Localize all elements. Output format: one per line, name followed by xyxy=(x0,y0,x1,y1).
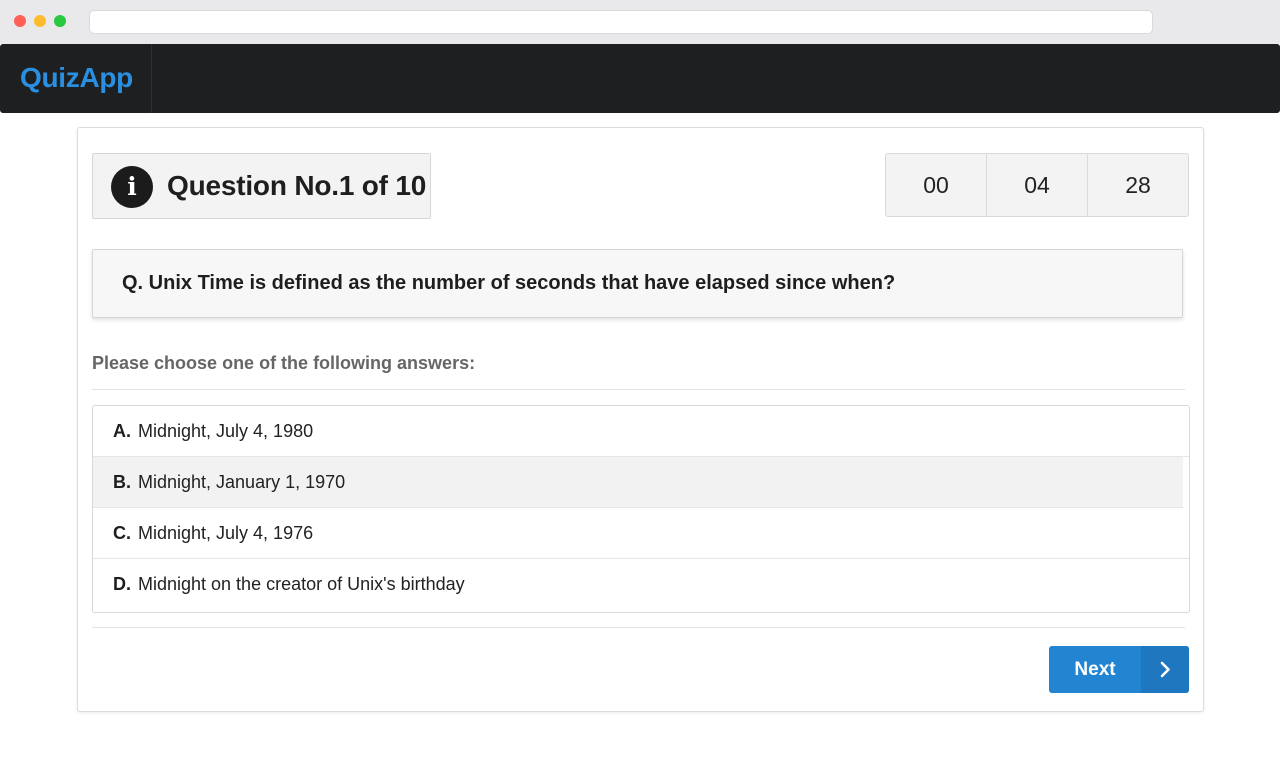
answer-text: Midnight, July 4, 1976 xyxy=(138,523,314,543)
answer-option-a[interactable]: A. Midnight, July 4, 1980 xyxy=(93,406,1189,457)
question-text: Q. Unix Time is defined as the number of… xyxy=(122,272,896,294)
timer-minutes: 04 xyxy=(987,154,1088,216)
answer-option-d[interactable]: D. Midnight on the creator of Unix's bir… xyxy=(93,559,1189,611)
countdown-timer: 00 04 28 xyxy=(885,153,1189,217)
question-box: Q. Unix Time is defined as the number of… xyxy=(92,249,1183,318)
question-header: i Question No.1 of 10 xyxy=(92,153,431,219)
answer-text: Midnight, July 4, 1980 xyxy=(138,421,314,441)
browser-chrome xyxy=(0,0,1280,44)
timer-seconds: 28 xyxy=(1125,172,1151,198)
divider xyxy=(92,627,1185,628)
answer-letter: D. xyxy=(113,574,131,594)
timer-hours: 00 xyxy=(886,154,987,216)
maximize-window-button[interactable] xyxy=(54,15,66,27)
answer-list: A. Midnight, July 4, 1980 B. Midnight, J… xyxy=(92,405,1190,613)
answer-letter: B. xyxy=(113,472,131,492)
answer-option-b[interactable]: B. Midnight, January 1, 1970 xyxy=(93,457,1183,508)
brand-name: QuizApp xyxy=(20,62,133,93)
answer-prompt: Please choose one of the following answe… xyxy=(92,353,476,373)
answer-letter: A. xyxy=(113,421,131,441)
minimize-window-button[interactable] xyxy=(34,15,46,27)
chevron-right-icon xyxy=(1141,646,1189,693)
address-bar[interactable] xyxy=(89,10,1153,34)
answer-letter: C. xyxy=(113,523,131,543)
quiz-card: i Question No.1 of 10 00 04 28 Q. Unix T… xyxy=(77,127,1204,712)
info-icon: i xyxy=(111,166,153,208)
question-number: Question No.1 of 10 xyxy=(167,170,427,201)
next-button-label: Next xyxy=(1074,659,1116,680)
brand-link[interactable]: QuizApp xyxy=(0,44,152,113)
answer-text: Midnight, January 1, 1970 xyxy=(138,472,346,492)
app-navbar: QuizApp xyxy=(0,44,1280,113)
close-window-button[interactable] xyxy=(14,15,26,27)
answer-text: Midnight on the creator of Unix's birthd… xyxy=(138,574,465,594)
answer-option-c[interactable]: C. Midnight, July 4, 1976 xyxy=(93,508,1189,559)
divider xyxy=(92,389,1185,390)
next-button[interactable]: Next xyxy=(1049,646,1189,693)
